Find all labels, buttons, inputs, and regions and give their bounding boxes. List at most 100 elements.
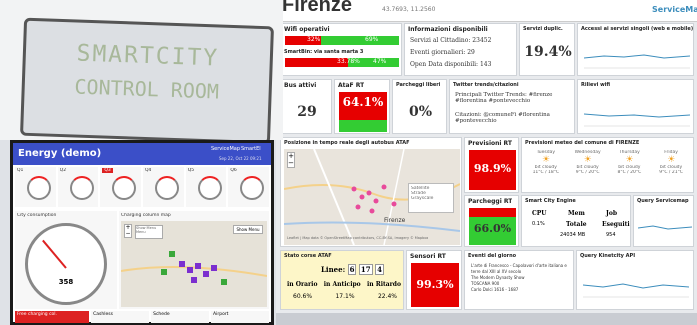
gauge-icon: [27, 176, 51, 200]
energy-brand[interactable]: ServiceMap: [211, 146, 240, 152]
zoom-control[interactable]: + −: [287, 152, 295, 168]
bus-title: Bus attivi: [284, 82, 317, 89]
coords-text: 43.7693, 11.2560: [382, 6, 436, 13]
smartbin-label: SmartBin: via santa marta 3: [284, 49, 364, 55]
mem-value: 24034 MB: [560, 232, 586, 238]
bus-map-panel: Posizione in tempo reale degli autobus A…: [280, 137, 462, 247]
sensori-value: 99.3%: [416, 278, 454, 291]
servizi-value: 19.4%: [524, 44, 572, 60]
servizi-panel: Servizi duplic. 19.4%: [519, 23, 575, 76]
meteo-day: Thursday ☀ bit cloudy 8°C / 20°C: [617, 150, 642, 175]
city-value: 358: [58, 278, 74, 286]
stato-panel: Stato corse ATAF Linee: 6 17 4 in Orario…: [280, 250, 404, 310]
kinect-panel: Query Kinetcity API: [576, 250, 694, 310]
twitter-title: Twitter trends/citazioni: [453, 82, 519, 88]
parcheggi-panel: Parcheggi liberi 0%: [392, 79, 447, 134]
energy-date: Sep 22, Oct 22 09:21: [219, 156, 262, 161]
job-value: 954: [606, 232, 616, 238]
page-title: Firenze: [282, 0, 353, 16]
rilievi-line-chart: [584, 113, 690, 127]
gauge-icon: [112, 176, 137, 200]
logo-area: SMARTCITY CONTROL ROOM: [0, 0, 283, 145]
query-line-chart: [638, 225, 692, 230]
eventi-panel: Eventi del giorno L'arte di Francesco - …: [464, 250, 574, 310]
footer-tile[interactable]: Free charging col.: [15, 311, 90, 323]
list-item[interactable]: L'arte di Francesco - Capolavori d'arte …: [471, 263, 571, 275]
footer-tile[interactable]: Airport: [211, 311, 269, 323]
cpu-label: CPU: [532, 210, 547, 217]
gauge-icon: [69, 176, 94, 200]
info-title: Informazioni disponibili: [408, 26, 488, 33]
logo-line-1: SMARTCITY: [76, 40, 220, 72]
list-item[interactable]: Carlo Dolci 1616 - 1687: [471, 287, 571, 293]
logo-line-2: CONTROL ROOM: [74, 74, 220, 104]
twitter-citations: Citazioni: @comuneFi #florentina #pontev…: [455, 112, 550, 124]
energy-header: Energy (demo) ServiceMap SmartEl Sep 22,…: [13, 143, 271, 165]
kinect-title: Query Kinetcity API: [580, 253, 636, 259]
servizi-title: Servizi duplic.: [523, 26, 563, 32]
ataf-gauge: 64.1%: [339, 92, 387, 132]
parch2-panel: Parcheggi RT 66.0%: [464, 195, 519, 247]
city-gauge-icon: 358: [25, 223, 107, 305]
parch2-value: 66.0%: [473, 222, 512, 235]
energy-footer: Free charging col. Cashless Schede Airpo…: [15, 311, 269, 323]
show-menu-button[interactable]: Show Menu: [233, 225, 263, 234]
meteo-day: Friday ☀ bit cloudy 9°C / 21°C: [659, 150, 683, 175]
stato-vals: 60.6% 17.1% 22.4%: [293, 293, 397, 300]
map-legend[interactable]: Show Menu Menu: [135, 225, 163, 239]
mem-sublabel: Totale: [566, 221, 587, 228]
cpu-value: 0.1%: [532, 221, 545, 227]
gauge-card: Q4: [143, 167, 184, 207]
charging-map[interactable]: + − Show Menu Menu Show Menu: [121, 221, 267, 307]
mem-label: Mem: [568, 210, 585, 217]
bus-value: 29: [297, 104, 317, 120]
meteo-day: Tuesday ☀ bit cloudy 11°C / 18°C: [532, 150, 560, 175]
gauge-icon: [197, 176, 222, 200]
layer-option[interactable]: Grayscale: [411, 196, 451, 201]
brand-label[interactable]: ServiceMa: [652, 5, 697, 14]
energy-gauges: Q1 Q2 Q3 Q4 Q5 Q6: [15, 167, 270, 207]
parch2-title: Parcheggi RT: [468, 198, 513, 205]
zoom-control[interactable]: + −: [124, 224, 132, 238]
eventi-title: Eventi del giorno: [468, 253, 517, 259]
footer-tile[interactable]: Cashless: [91, 311, 150, 323]
energy-sub[interactable]: SmartEl: [241, 146, 261, 152]
info-row: Servizi al Cittadino: 23452: [410, 37, 492, 44]
meteo-panel: Previsioni meteo del comune di FIRENZE T…: [521, 137, 694, 193]
twitter-trends: Principali Twitter Trends: #firenze #flo…: [455, 92, 553, 104]
map-place-label: Firenze: [384, 217, 406, 224]
ataf-panel: AtaF RT 64.1%: [334, 79, 390, 134]
meteo-days: Tuesday ☀ bit cloudy 11°C / 18°C Wednesday ☀…: [525, 150, 692, 192]
parcheggi-title: Parcheggi liberi: [396, 82, 441, 88]
eventi-list: L'arte di Francesco - Capolavori d'arte …: [471, 263, 571, 293]
gauge-icon: [155, 176, 180, 200]
stato-cols: in Orario in Anticipo in Ritardo: [287, 281, 401, 288]
energy-title: Energy (demo): [18, 148, 102, 159]
ataf-value: 64.1%: [342, 95, 384, 109]
city-consumption-card: City consumption 358: [15, 211, 117, 309]
sensori-title: Sensori RT: [410, 253, 446, 260]
footer-tile[interactable]: Schede: [151, 311, 210, 323]
gauge-card: Q6: [228, 167, 270, 207]
layer-control[interactable]: Satellite Strade Grayscale: [408, 183, 454, 213]
bottom-strip: [276, 313, 697, 325]
bus-panel: Bus attivi 29: [280, 79, 332, 134]
twitter-panel: Twitter trends/citazioni Principali Twit…: [449, 79, 575, 134]
wifi-title: Wifi operativi: [284, 26, 330, 33]
bus-map[interactable]: + − Firenze Satellite Strade Grayscale Le…: [284, 149, 460, 245]
city-title: City consumption: [17, 213, 57, 218]
prev1-gauge: 98.9%: [469, 150, 516, 190]
query-title: Query Servicemap: [637, 198, 689, 204]
energy-dashboard: Energy (demo) ServiceMap SmartEl Sep 22,…: [10, 140, 274, 325]
sensori-gauge: 99.3%: [411, 263, 459, 307]
rilievi-title: Rilievi wifi: [581, 82, 611, 88]
prev1-panel: Previsioni RT 98.9%: [464, 137, 519, 193]
wifi-panel: Wifi operativi 32% 69% SmartBin: via sant…: [280, 23, 402, 76]
charging-title: Charging column map: [121, 213, 171, 218]
gauge-card: Q2: [57, 167, 99, 207]
charging-map-card: Charging column map + − Show Menu Menu Sh…: [119, 211, 269, 309]
gauge-icon: [240, 176, 265, 200]
engine-panel: Smart City Engine CPU Mem Job 0.1% Total…: [521, 195, 631, 247]
wifi-bar-2: 33.78% 47%: [285, 58, 399, 67]
info-row: Eventi giornalieri: 29: [410, 49, 475, 56]
